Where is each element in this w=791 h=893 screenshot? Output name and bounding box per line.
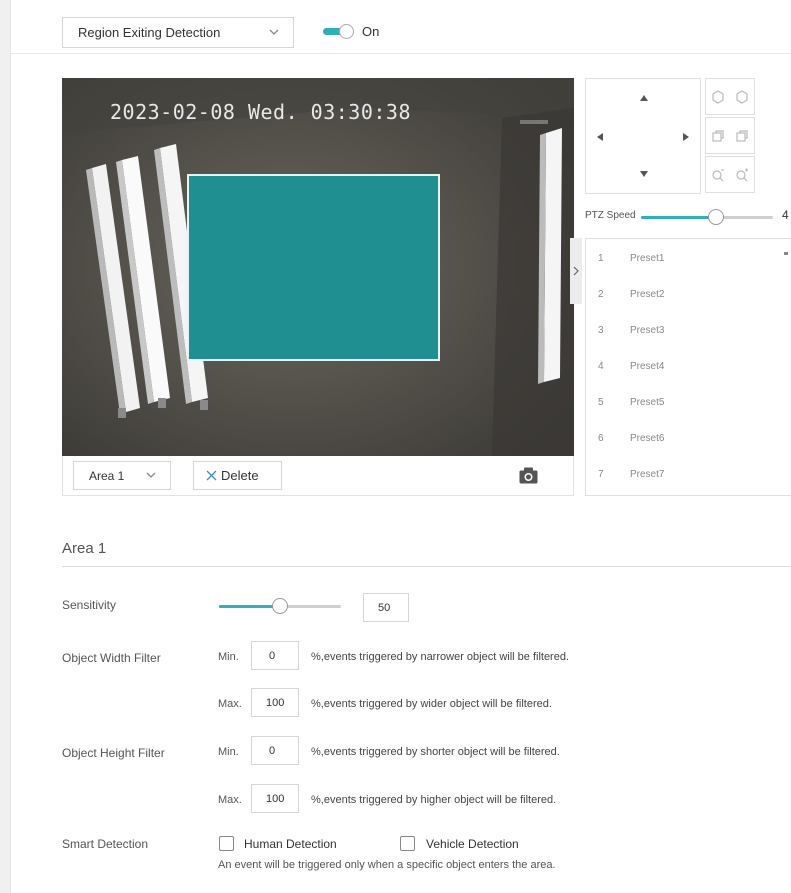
preset-name: Preset7 bbox=[630, 469, 665, 480]
ptz-control bbox=[585, 78, 791, 194]
preset-number: 5 bbox=[598, 397, 604, 408]
enable-toggle[interactable] bbox=[323, 24, 354, 39]
ptz-arrows bbox=[597, 95, 689, 177]
sensitivity-fill bbox=[219, 605, 280, 608]
pan-down-icon[interactable] bbox=[640, 171, 648, 177]
ptz-speed-fill bbox=[641, 216, 717, 219]
preset-list: 1 Preset1 2 Preset2 3 Preset3 4 Preset4 5 Preset5… bbox=[585, 238, 791, 496]
preset-number: 2 bbox=[598, 289, 604, 300]
width-filter-label: Object Width Filter bbox=[62, 651, 161, 665]
width-min-hint: %,events triggered by narrower object wi… bbox=[311, 651, 570, 663]
human-detection-label: Human Detection bbox=[244, 837, 337, 851]
ptz-speed-slider[interactable] bbox=[641, 209, 773, 225]
collapse-arrow-icon bbox=[573, 266, 579, 276]
zoom-in-icon[interactable] bbox=[735, 168, 749, 182]
vehicle-detection-checkbox[interactable] bbox=[400, 836, 415, 851]
preset-item[interactable]: 4 Preset4 bbox=[586, 349, 791, 385]
video-timestamp: 2023-02-08 Wed. 03:30:38 bbox=[110, 100, 411, 124]
live-video[interactable]: 2023-02-08 Wed. 03:30:38 bbox=[62, 78, 574, 456]
delete-button[interactable]: Delete bbox=[193, 461, 282, 490]
sensitivity-slider[interactable] bbox=[219, 598, 341, 614]
detection-region[interactable] bbox=[187, 174, 440, 361]
pan-left-icon[interactable] bbox=[597, 133, 603, 141]
height-min-hint: %,events triggered by shorter object wil… bbox=[311, 746, 560, 758]
iris-open-icon[interactable] bbox=[735, 129, 749, 143]
ptz-direction-pad bbox=[585, 78, 701, 194]
pan-up-icon[interactable] bbox=[640, 95, 648, 101]
focus-near-icon[interactable] bbox=[711, 89, 725, 104]
detection-type-select[interactable]: Region Exiting Detection bbox=[62, 17, 294, 48]
area-select[interactable]: Area 1 bbox=[73, 461, 171, 490]
detection-type-value: Region Exiting Detection bbox=[78, 25, 221, 40]
sensitivity-label: Sensitivity bbox=[62, 598, 117, 612]
close-icon bbox=[206, 470, 217, 481]
height-max-input[interactable]: 100 bbox=[251, 784, 299, 813]
ptz-speed-knob[interactable] bbox=[708, 209, 725, 225]
width-min-label: Min. bbox=[218, 651, 239, 663]
human-detection-checkbox[interactable] bbox=[219, 836, 234, 851]
height-min-input[interactable]: 0 bbox=[251, 736, 299, 765]
chevron-down-icon bbox=[146, 472, 156, 478]
ptz-speed-label: PTZ Speed bbox=[585, 210, 636, 221]
area-section-title: Area 1 bbox=[62, 540, 107, 557]
width-max-label: Max. bbox=[218, 698, 242, 710]
area-select-value: Area 1 bbox=[89, 468, 125, 483]
preset-number: 6 bbox=[598, 433, 604, 444]
preset-item[interactable]: 6 Preset6 bbox=[586, 421, 791, 457]
preset-number: 4 bbox=[598, 361, 604, 372]
smart-detection-note: An event will be triggered only when a s… bbox=[218, 859, 556, 871]
height-max-label: Max. bbox=[218, 794, 242, 806]
collapse-panel-tab[interactable] bbox=[570, 238, 582, 304]
sensitivity-input[interactable]: 50 bbox=[363, 593, 409, 622]
preset-name: Preset4 bbox=[630, 361, 665, 372]
preset-item[interactable]: 7 Preset7 bbox=[586, 457, 791, 493]
preset-number: 7 bbox=[598, 469, 604, 480]
width-max-input[interactable]: 100 bbox=[251, 688, 299, 717]
video-toolbar: Area 1 Delete bbox=[62, 456, 574, 496]
section-divider bbox=[62, 566, 791, 567]
preset-name: Preset3 bbox=[630, 325, 665, 336]
focus-far-icon[interactable] bbox=[735, 89, 749, 104]
preset-number: 1 bbox=[598, 253, 604, 264]
zoom-out-icon[interactable] bbox=[711, 168, 725, 182]
top-toolbar: Region Exiting Detection On bbox=[11, 0, 791, 54]
preset-name: Preset6 bbox=[630, 433, 665, 444]
width-min-input[interactable]: 0 bbox=[251, 641, 299, 670]
height-max-hint: %,events triggered by higher object will… bbox=[311, 794, 557, 806]
preset-number: 3 bbox=[598, 325, 604, 336]
preset-item[interactable]: 5 Preset5 bbox=[586, 385, 791, 421]
toggle-label: On bbox=[362, 24, 380, 39]
preset-item[interactable]: 2 Preset2 bbox=[586, 277, 791, 313]
iris-close-icon[interactable] bbox=[711, 129, 725, 143]
toggle-knob bbox=[339, 24, 354, 39]
detection-config-page: Region Exiting Detection On 2023-02-08 W… bbox=[10, 0, 791, 893]
focus-cell bbox=[705, 78, 755, 115]
camera-icon[interactable] bbox=[519, 467, 538, 484]
preset-name: Preset2 bbox=[630, 289, 665, 300]
preset-item[interactable]: 3 Preset3 bbox=[586, 313, 791, 349]
vehicle-detection-label: Vehicle Detection bbox=[426, 837, 519, 851]
zoom-cell bbox=[705, 156, 755, 193]
height-min-label: Min. bbox=[218, 746, 239, 758]
pan-right-icon[interactable] bbox=[683, 133, 689, 141]
width-max-hint: %,events triggered by wider object will … bbox=[311, 698, 552, 710]
sensitivity-knob[interactable] bbox=[272, 598, 288, 614]
iris-cell bbox=[705, 117, 755, 154]
chevron-down-icon bbox=[269, 29, 279, 35]
height-filter-label: Object Height Filter bbox=[62, 746, 165, 760]
preset-item[interactable]: 1 Preset1 bbox=[586, 241, 791, 277]
delete-label: Delete bbox=[221, 468, 259, 483]
preset-name: Preset5 bbox=[630, 397, 665, 408]
ptz-speed-value: 4 bbox=[782, 208, 789, 222]
smart-detection-label: Smart Detection bbox=[62, 837, 149, 851]
preset-name: Preset1 bbox=[630, 253, 665, 264]
